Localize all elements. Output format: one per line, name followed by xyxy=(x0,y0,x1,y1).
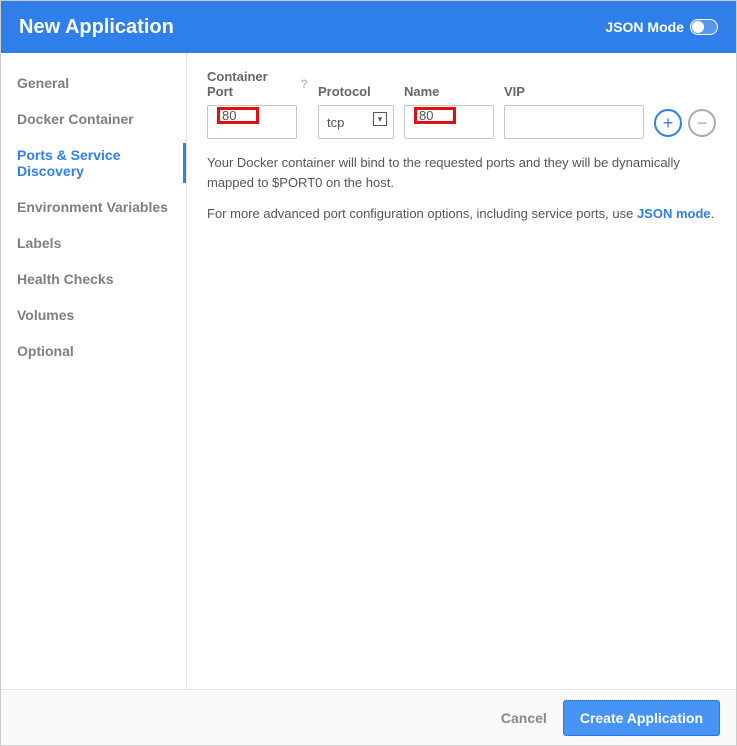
container-port-value: 80 xyxy=(216,106,260,125)
container-port-label: Container Port ? xyxy=(207,69,308,99)
vip-label: VIP xyxy=(504,84,644,99)
name-label: Name xyxy=(404,84,494,99)
hint-line-2: For more advanced port configuration opt… xyxy=(207,204,716,224)
name-value: 80 xyxy=(413,106,457,125)
port-row: Container Port ? 80 Protocol tcp ▾ Nam xyxy=(207,69,716,139)
dialog-title: New Application xyxy=(19,16,174,39)
dialog-header: New Application JSON Mode xyxy=(1,1,736,53)
sidebar-item-health-checks[interactable]: Health Checks xyxy=(1,261,186,297)
container-port-field: Container Port ? 80 xyxy=(207,69,308,139)
protocol-label: Protocol xyxy=(318,84,394,99)
dialog-footer: Cancel Create Application xyxy=(1,689,736,745)
container-port-input[interactable]: 80 xyxy=(207,105,297,139)
dialog-body: General Docker Container Ports & Service… xyxy=(1,53,736,689)
minus-icon: − xyxy=(697,114,708,132)
sidebar-item-environment-variables[interactable]: Environment Variables xyxy=(1,189,186,225)
hint-line-2-prefix: For more advanced port configuration opt… xyxy=(207,206,637,221)
main-panel: Container Port ? 80 Protocol tcp ▾ Nam xyxy=(187,53,736,689)
chevron-down-icon: ▾ xyxy=(373,112,387,126)
sidebar-item-optional[interactable]: Optional xyxy=(1,333,186,369)
vip-field: VIP xyxy=(504,84,644,139)
help-icon[interactable]: ? xyxy=(301,77,308,91)
protocol-select[interactable]: tcp ▾ xyxy=(318,105,394,139)
sidebar-item-volumes[interactable]: Volumes xyxy=(1,297,186,333)
json-mode-label: JSON Mode xyxy=(605,19,684,35)
create-application-button[interactable]: Create Application xyxy=(563,700,720,736)
sidebar-item-ports-service-discovery[interactable]: Ports & Service Discovery xyxy=(1,137,186,189)
row-actions: + − xyxy=(654,109,716,139)
hint-line-2-suffix: . xyxy=(711,206,715,221)
name-field: Name 80 xyxy=(404,84,494,139)
plus-icon: + xyxy=(663,114,674,132)
vip-input[interactable] xyxy=(504,105,644,139)
sidebar: General Docker Container Ports & Service… xyxy=(1,53,187,689)
cancel-button[interactable]: Cancel xyxy=(501,710,547,726)
protocol-value: tcp xyxy=(327,115,344,130)
hint-line-1: Your Docker container will bind to the r… xyxy=(207,153,716,192)
new-application-dialog: New Application JSON Mode General Docker… xyxy=(1,1,736,745)
json-mode-toggle[interactable]: JSON Mode xyxy=(605,19,718,35)
remove-row-button[interactable]: − xyxy=(688,109,716,137)
sidebar-item-general[interactable]: General xyxy=(1,65,186,101)
sidebar-item-labels[interactable]: Labels xyxy=(1,225,186,261)
name-input[interactable]: 80 xyxy=(404,105,494,139)
add-row-button[interactable]: + xyxy=(654,109,682,137)
toggle-knob xyxy=(692,21,704,33)
sidebar-item-docker-container[interactable]: Docker Container xyxy=(1,101,186,137)
toggle-switch[interactable] xyxy=(690,19,718,35)
container-port-label-text: Container Port xyxy=(207,69,297,99)
json-mode-link[interactable]: JSON mode xyxy=(637,206,711,221)
protocol-field: Protocol tcp ▾ xyxy=(318,84,394,139)
